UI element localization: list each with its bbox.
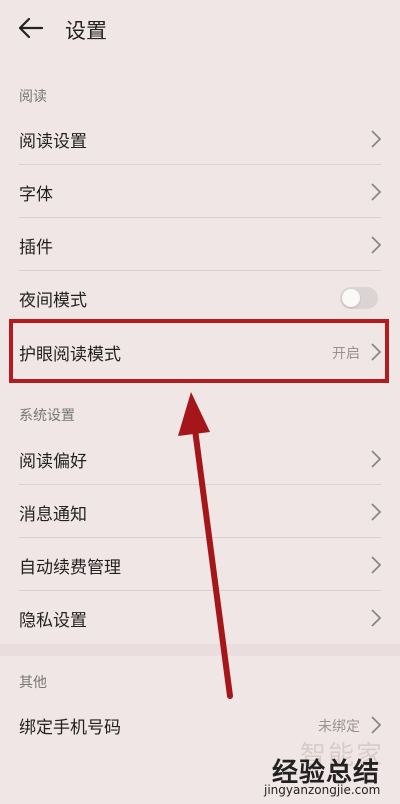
chevron-right-icon [371,716,382,734]
night-mode-row: 夜间模式 [0,271,400,324]
chevron-right-icon [371,236,382,254]
chevron-right-icon [371,609,382,627]
back-arrow-icon[interactable] [14,12,46,44]
toggle-knob [342,289,360,307]
section-header-other: 其他 [19,675,47,691]
chevron-right-icon [371,450,382,468]
font-label: 字体 [19,185,53,205]
font-row[interactable]: 字体 [0,165,400,218]
auto-renew-label: 自动续费管理 [19,558,121,578]
app-header: 设置 [0,0,400,56]
bind-phone-value: 未绑定 [318,719,360,735]
highlight-box [9,319,389,383]
reading-preferences-row[interactable]: 阅读偏好 [0,432,400,485]
chevron-right-icon [371,130,382,148]
chevron-right-icon [371,556,382,574]
privacy-label: 隐私设置 [19,611,87,631]
section-gap [0,644,400,656]
section-header-reading: 阅读 [19,89,47,105]
notifications-row[interactable]: 消息通知 [0,485,400,538]
section-header-system: 系统设置 [19,408,75,424]
night-mode-toggle[interactable] [340,287,378,309]
notifications-label: 消息通知 [19,505,87,525]
auto-renew-row[interactable]: 自动续费管理 [0,538,400,591]
bind-phone-label: 绑定手机号码 [19,718,121,738]
chevron-right-icon [371,503,382,521]
chevron-right-icon [371,183,382,201]
reading-preferences-label: 阅读偏好 [19,452,87,472]
page-title: 设置 [65,19,107,43]
watermark-url: jingyanzongjie.com [264,783,381,797]
plugins-row[interactable]: 插件 [0,218,400,271]
night-mode-label: 夜间模式 [19,291,87,311]
plugins-label: 插件 [19,238,53,258]
reading-settings-label: 阅读设置 [19,132,87,152]
reading-settings-row[interactable]: 阅读设置 [0,112,400,165]
privacy-row[interactable]: 隐私设置 [0,591,400,644]
